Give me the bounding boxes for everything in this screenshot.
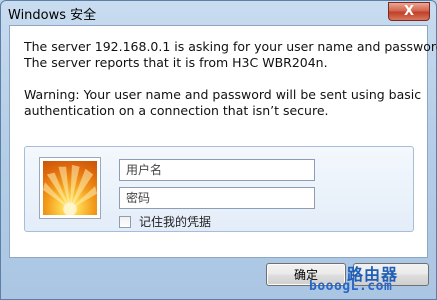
- remember-label: 记住我的凭据: [139, 215, 212, 229]
- username-input[interactable]: [119, 159, 315, 181]
- flower-avatar-icon: [39, 157, 101, 219]
- dialog-content: The server 192.168.0.1 is asking for you…: [9, 25, 437, 258]
- warning-line-1: Warning: Your user name and password wil…: [24, 87, 422, 102]
- watermark-logo: 路由器 bo​oogL.com: [305, 259, 437, 300]
- window-title: Windows 安全: [8, 8, 97, 23]
- title-bar[interactable]: Windows 安全 X: [1, 1, 436, 23]
- server-message-line-2: The server reports that it is from H3C W…: [24, 55, 328, 70]
- warning-line-2: authentication on a connection that isn’…: [24, 103, 329, 118]
- close-icon: X: [403, 4, 415, 19]
- credential-panel: 记住我的凭据: [24, 146, 414, 232]
- remember-credentials[interactable]: 记住我的凭据: [119, 213, 211, 230]
- close-button[interactable]: X: [388, 2, 430, 21]
- remember-checkbox[interactable]: [119, 215, 131, 228]
- watermark-url: bo​oogL.com: [309, 279, 393, 294]
- password-input[interactable]: [119, 187, 315, 209]
- security-dialog: Windows 安全 X The server 192.168.0.1 is a…: [0, 0, 437, 300]
- server-message-line-1: The server 192.168.0.1 is asking for you…: [24, 39, 437, 54]
